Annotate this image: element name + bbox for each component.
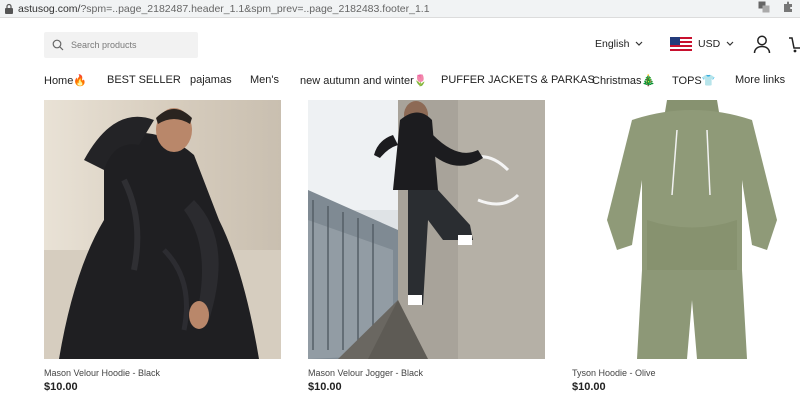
- browser-url-bar[interactable]: astusog.com/?spm=..page_2182487.header_1…: [0, 0, 800, 18]
- chevron-down-icon: [726, 41, 734, 46]
- language-selector[interactable]: English: [595, 38, 643, 50]
- product-image[interactable]: [572, 100, 800, 359]
- currency-label: USD: [698, 38, 721, 50]
- main-navigation: Home🔥 BEST SELLER pajamas Men's new autu…: [0, 72, 800, 92]
- chevron-down-icon: [636, 41, 643, 46]
- translate-icon[interactable]: [758, 1, 770, 16]
- product-price: $10.00: [572, 381, 606, 393]
- product-title[interactable]: Tyson Hoodie - Olive: [572, 368, 656, 378]
- tulip-icon: 🌷: [413, 75, 428, 87]
- nav-item-tops[interactable]: TOPS👕: [672, 74, 715, 87]
- nav-item-pajamas[interactable]: pajamas: [190, 74, 232, 86]
- product-title[interactable]: Mason Velour Hoodie - Black: [44, 368, 160, 378]
- lock-icon[interactable]: [2, 3, 16, 14]
- nav-item-new-autumn-winter[interactable]: new autumn and winter🌷: [300, 74, 427, 87]
- nav-item-christmas[interactable]: Christmas🎄: [592, 74, 655, 87]
- search-icon: [52, 39, 64, 51]
- christmas-tree-icon: 🎄: [641, 75, 656, 87]
- url-text[interactable]: astusog.com/?spm=..page_2182487.header_1…: [18, 3, 430, 15]
- url-host: astusog.com/: [18, 2, 81, 15]
- fire-icon: 🔥: [73, 75, 88, 87]
- search-input[interactable]: [69, 39, 193, 51]
- user-account-icon[interactable]: [752, 34, 772, 59]
- store-header: English USD: [0, 18, 800, 70]
- nav-item-puffer-jackets[interactable]: PUFFER JACKETS & PARKAS: [441, 74, 595, 86]
- language-label: English: [595, 38, 630, 50]
- currency-selector[interactable]: USD: [670, 37, 734, 51]
- us-flag-icon: [670, 37, 692, 51]
- cart-icon[interactable]: [789, 34, 800, 59]
- tshirt-icon: 👕: [701, 75, 716, 87]
- nav-item-mens[interactable]: Men's: [250, 74, 279, 86]
- product-price: $10.00: [44, 381, 78, 393]
- product-image[interactable]: [308, 100, 545, 359]
- nav-item-more-links[interactable]: More links: [735, 74, 785, 86]
- product-title[interactable]: Mason Velour Jogger - Black: [308, 368, 423, 378]
- search-box[interactable]: [44, 32, 198, 58]
- nav-item-home[interactable]: Home🔥: [44, 74, 87, 87]
- nav-item-best-seller[interactable]: BEST SELLER: [107, 74, 181, 86]
- product-image[interactable]: [44, 100, 281, 359]
- url-path: ?spm=..page_2182487.header_1.1&spm_prev=…: [80, 2, 430, 15]
- extension-icon[interactable]: [782, 1, 794, 16]
- product-price: $10.00: [308, 381, 342, 393]
